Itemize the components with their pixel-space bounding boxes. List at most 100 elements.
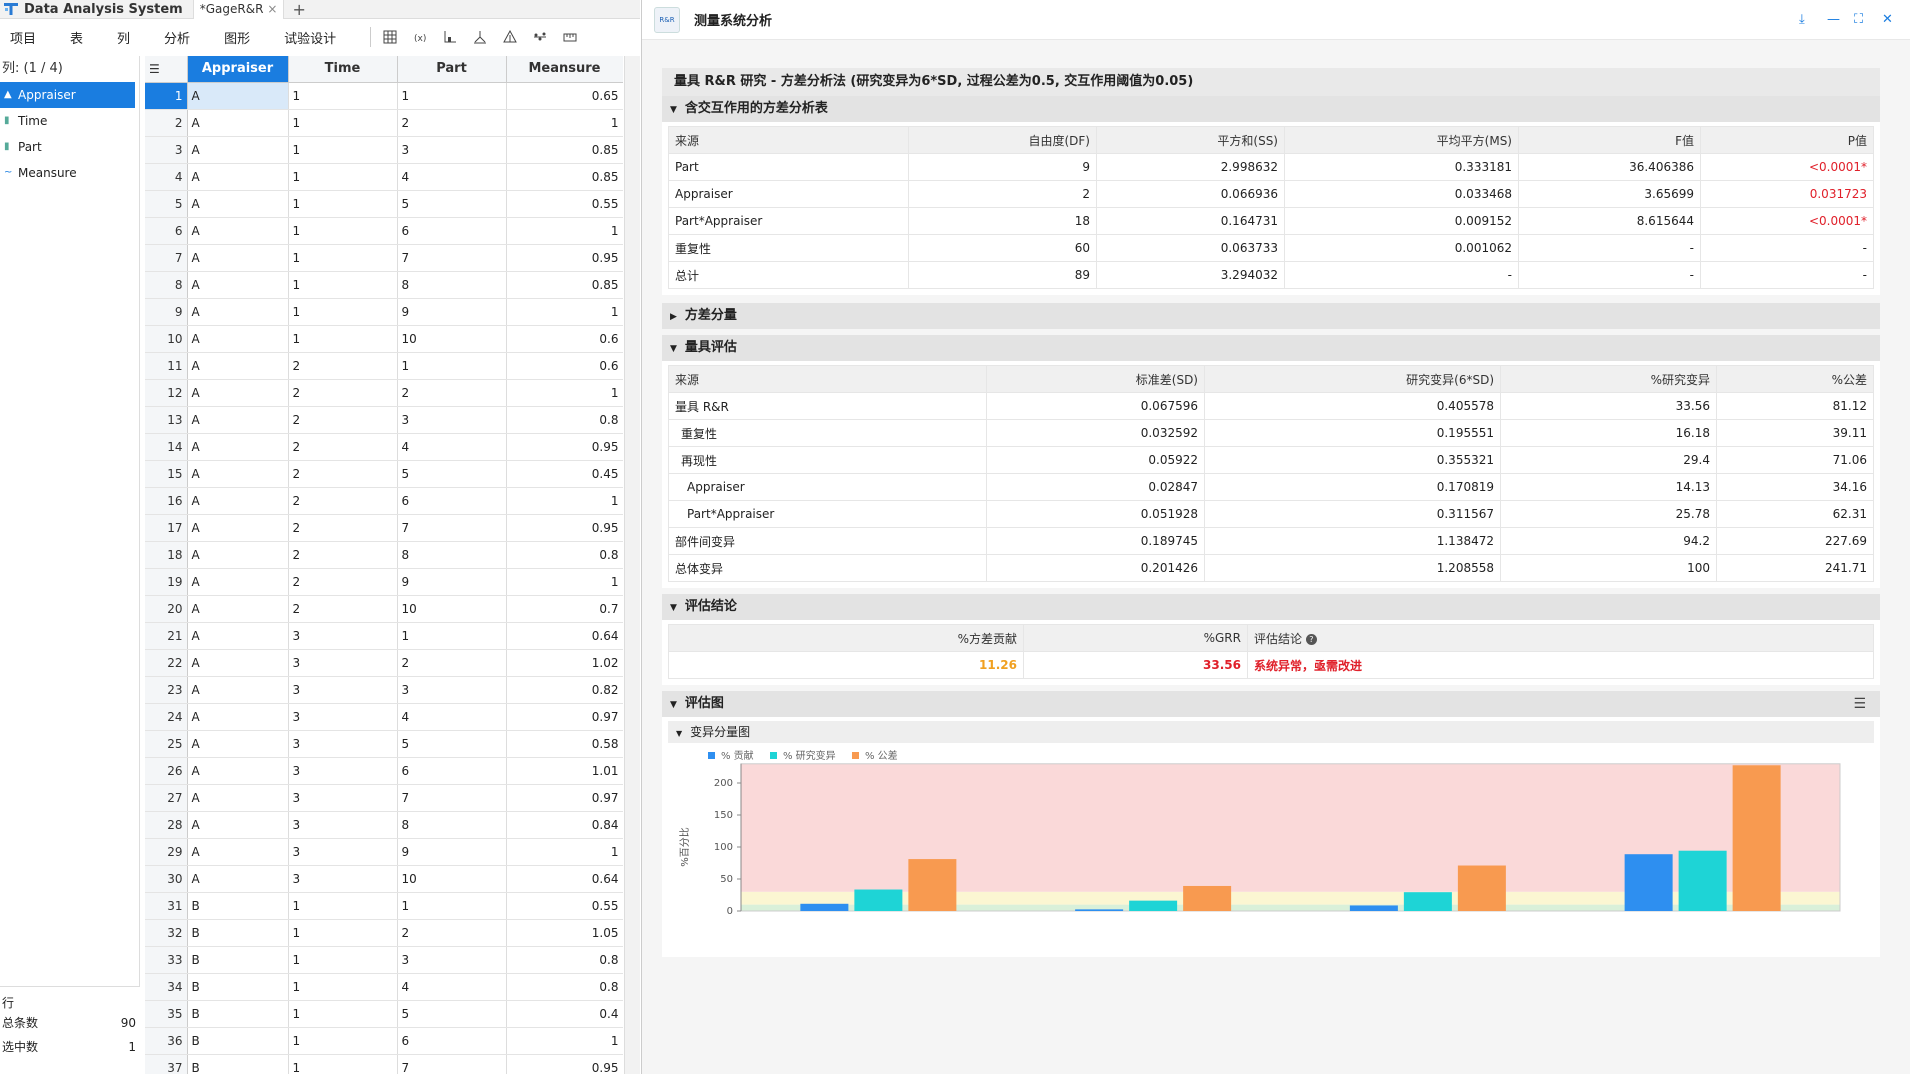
cell-part[interactable]: 6 — [397, 217, 507, 245]
cell-appraiser[interactable]: B — [187, 973, 289, 1001]
row-number[interactable]: 18 — [145, 541, 188, 569]
cell-time[interactable]: 1 — [288, 217, 398, 245]
maximize-icon[interactable]: ⛶ — [1854, 12, 1863, 27]
document-tab[interactable]: *GageR&R × — [192, 0, 285, 19]
cell-appraiser[interactable]: A — [187, 136, 289, 164]
cell-time[interactable]: 1 — [288, 946, 398, 974]
row-number[interactable]: 36 — [145, 1027, 188, 1055]
table-row[interactable]: 17 A 2 7 0.95 — [145, 514, 623, 542]
cell-meansure[interactable]: 1.02 — [506, 649, 623, 677]
column-item-time[interactable]: ▮ Time — [0, 108, 135, 134]
cell-meansure[interactable]: 0.7 — [506, 595, 623, 623]
cell-appraiser[interactable]: A — [187, 379, 289, 407]
menu-doe[interactable]: 试验设计 — [274, 28, 346, 47]
cell-appraiser[interactable]: B — [187, 1000, 289, 1028]
bar[interactable] — [1129, 900, 1178, 911]
column-item-part[interactable]: ▮ Part — [0, 134, 135, 160]
cell-time[interactable]: 3 — [288, 649, 398, 677]
row-number[interactable]: 32 — [145, 919, 188, 947]
cell-time[interactable]: 1 — [288, 109, 398, 137]
cell-appraiser[interactable]: A — [187, 838, 289, 866]
cell-part[interactable]: 9 — [397, 838, 507, 866]
variance-components-header[interactable]: ▶ 方差分量 — [662, 303, 1880, 329]
row-number[interactable]: 17 — [145, 514, 188, 542]
bar[interactable] — [1349, 905, 1398, 911]
cell-appraiser[interactable]: A — [187, 217, 289, 245]
table-row[interactable]: 13 A 2 3 0.8 — [145, 406, 623, 434]
cell-meansure[interactable]: 1 — [506, 109, 623, 137]
cell-meansure[interactable]: 0.82 — [506, 676, 623, 704]
header-time[interactable]: Time — [288, 56, 398, 83]
row-number[interactable]: 26 — [145, 757, 188, 785]
cell-time[interactable]: 1 — [288, 163, 398, 191]
download-icon[interactable]: ⤓ — [1799, 12, 1805, 27]
cell-part[interactable]: 4 — [397, 163, 507, 191]
row-number[interactable]: 1 — [145, 82, 188, 110]
table-row[interactable]: 37 B 1 7 0.95 — [145, 1054, 623, 1074]
minimize-icon[interactable]: — — [1827, 12, 1840, 27]
row-number[interactable]: 6 — [145, 217, 188, 245]
cell-time[interactable]: 1 — [288, 82, 398, 110]
column-item-meansure[interactable]: ~ Meansure — [0, 160, 135, 186]
row-number[interactable]: 9 — [145, 298, 188, 326]
table-row[interactable]: 6A161 — [145, 217, 623, 245]
anova-section-header[interactable]: ▼ 含交互作用的方差分析表 — [662, 96, 1880, 122]
table-row[interactable]: 16 A 2 6 1 — [145, 487, 623, 515]
cell-meansure[interactable]: 1 — [506, 838, 623, 866]
cell-appraiser[interactable]: A — [187, 406, 289, 434]
row-number[interactable]: 30 — [145, 865, 188, 893]
row-number[interactable]: 31 — [145, 892, 188, 920]
cell-part[interactable]: 2 — [397, 649, 507, 677]
cell-time[interactable]: 3 — [288, 622, 398, 650]
menu-table[interactable]: 表 — [60, 28, 93, 47]
cell-time[interactable]: 2 — [288, 487, 398, 515]
cell-appraiser[interactable]: A — [187, 730, 289, 758]
cell-appraiser[interactable]: B — [187, 1027, 289, 1055]
cell-time[interactable]: 3 — [288, 703, 398, 731]
table-row[interactable]: 32 B 1 2 1.05 — [145, 919, 623, 947]
cell-part[interactable]: 6 — [397, 757, 507, 785]
menu-column[interactable]: 列 — [107, 28, 140, 47]
row-number[interactable]: 15 — [145, 460, 188, 488]
cell-part[interactable]: 7 — [397, 1054, 507, 1074]
header-part[interactable]: Part — [397, 56, 507, 83]
table-row[interactable]: 15 A 2 5 0.45 — [145, 460, 623, 488]
cell-meansure[interactable]: 0.58 — [506, 730, 623, 758]
cell-time[interactable]: 2 — [288, 568, 398, 596]
cell-appraiser[interactable]: B — [187, 1054, 289, 1074]
cell-meansure[interactable]: 1 — [506, 1027, 623, 1055]
cell-part[interactable]: 1 — [397, 622, 507, 650]
cell-part[interactable]: 2 — [397, 919, 507, 947]
cell-time[interactable]: 1 — [288, 190, 398, 218]
cell-appraiser[interactable]: A — [187, 352, 289, 380]
bar[interactable] — [1075, 909, 1124, 911]
help-icon[interactable]: ? — [1305, 633, 1317, 645]
header-meansure[interactable]: Meansure — [506, 56, 623, 83]
cell-appraiser[interactable]: A — [187, 433, 289, 461]
cell-time[interactable]: 1 — [288, 244, 398, 272]
cell-meansure[interactable]: 0.97 — [506, 784, 623, 812]
cell-time[interactable]: 2 — [288, 595, 398, 623]
formula-icon[interactable]: (x) — [409, 27, 431, 47]
row-number[interactable]: 27 — [145, 784, 188, 812]
cell-time[interactable]: 2 — [288, 514, 398, 542]
tree-icon[interactable] — [499, 27, 521, 47]
table-row[interactable]: 1 A 1 1 0.65 — [145, 82, 623, 110]
table-row[interactable]: 12 A 2 2 1 — [145, 379, 623, 407]
bar[interactable] — [854, 889, 903, 911]
table-row[interactable]: 30 A 3 10 0.64 — [145, 865, 623, 893]
header-appraiser[interactable]: Appraiser — [187, 56, 289, 83]
table-row[interactable]: 9A191 — [145, 298, 623, 326]
cell-time[interactable]: 3 — [288, 865, 398, 893]
cell-meansure[interactable]: 0.45 — [506, 460, 623, 488]
ruler-icon[interactable] — [559, 27, 581, 47]
cell-time[interactable]: 1 — [288, 973, 398, 1001]
cell-time[interactable]: 1 — [288, 1027, 398, 1055]
bar[interactable] — [1624, 854, 1673, 911]
cell-meansure[interactable]: 0.64 — [506, 865, 623, 893]
row-number[interactable]: 10 — [145, 325, 188, 353]
cell-part[interactable]: 6 — [397, 487, 507, 515]
row-number[interactable]: 16 — [145, 487, 188, 515]
cell-meansure[interactable]: 0.95 — [506, 514, 623, 542]
table-row[interactable]: 18 A 2 8 0.8 — [145, 541, 623, 569]
